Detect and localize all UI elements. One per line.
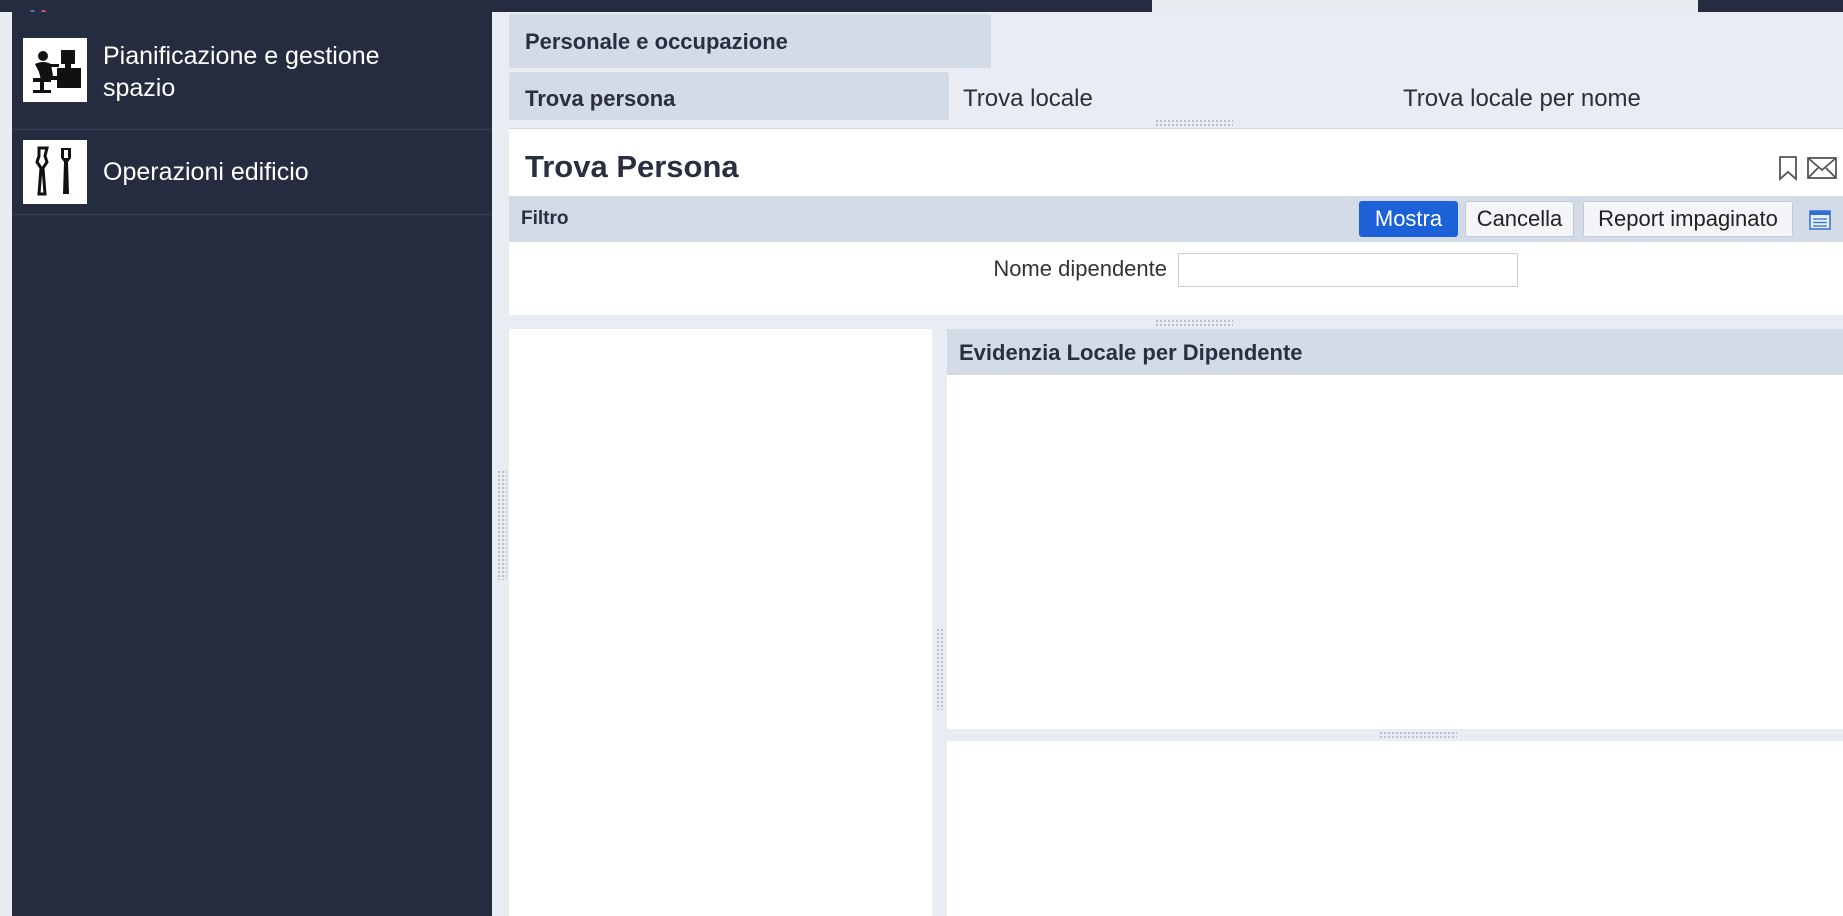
clear-button[interactable]: Cancella bbox=[1465, 201, 1574, 237]
sidebar-resize-handle[interactable] bbox=[497, 470, 507, 580]
tools-svg bbox=[35, 146, 71, 196]
filter-resize-handle[interactable] bbox=[1155, 319, 1233, 327]
tabs-resize-handle[interactable] bbox=[1155, 119, 1233, 127]
mail-icon[interactable] bbox=[1806, 155, 1838, 181]
office-desk-icon bbox=[23, 38, 87, 102]
details-panel bbox=[947, 741, 1843, 916]
task-tabs: Trova persona Trova locale Trova locale … bbox=[509, 70, 1843, 122]
show-button[interactable]: Mostra bbox=[1359, 201, 1458, 237]
left-edge-strip bbox=[0, 12, 12, 916]
tab-process-personnel[interactable]: Personale e occupazione bbox=[509, 14, 991, 68]
top-window-strip bbox=[0, 0, 1843, 15]
tab-label: Trova locale per nome bbox=[1403, 85, 1641, 112]
paginated-report-button[interactable]: Report impaginato bbox=[1583, 201, 1793, 237]
bookmark-icon[interactable] bbox=[1776, 155, 1800, 181]
filter-toolbar: Filtro Mostra Cancella Report impaginato bbox=[509, 196, 1843, 242]
sidebar-item-building-operations[interactable]: Operazioni edificio bbox=[12, 130, 492, 215]
panel-header: Evidenzia Locale per Dipendente bbox=[947, 329, 1843, 375]
sidebar-item-label: Operazioni edificio bbox=[103, 158, 309, 186]
options-menu-icon[interactable] bbox=[1809, 210, 1831, 230]
panel-resize-handle[interactable] bbox=[936, 628, 944, 710]
tab-label: Personale e occupazione bbox=[525, 29, 788, 54]
sidebar-item-space-planning[interactable]: Pianificazione e gestione spazio bbox=[12, 12, 492, 130]
tools-icon bbox=[23, 140, 87, 204]
tab-find-room-by-name[interactable]: Trova locale per nome bbox=[1403, 72, 1843, 120]
right-panel-resize-handle[interactable] bbox=[1379, 731, 1457, 739]
employee-name-input[interactable] bbox=[1178, 253, 1518, 287]
tab-label: Trova persona bbox=[525, 86, 676, 111]
sidebar: Pianificazione e gestione spazio Operazi… bbox=[12, 12, 492, 916]
page-title: Trova Persona bbox=[525, 149, 739, 184]
floor-plan-panel: Evidenzia Locale per Dipendente bbox=[947, 329, 1843, 729]
employee-list-panel bbox=[509, 329, 932, 916]
top-strip-dark-right bbox=[1698, 0, 1843, 12]
sidebar-item-label: Pianificazione e gestione spazio bbox=[103, 42, 380, 102]
tab-find-person[interactable]: Trova persona bbox=[509, 72, 949, 120]
office-desk-svg bbox=[33, 50, 81, 93]
filter-panel: Trova Persona Filtro Mostra Cancella Rep… bbox=[509, 128, 1843, 316]
top-strip-dark-left bbox=[0, 0, 1152, 15]
filter-label: Filtro bbox=[521, 208, 569, 229]
panel-header-title: Evidenzia Locale per Dipendente bbox=[959, 340, 1303, 365]
window-dots bbox=[30, 2, 90, 15]
employee-name-label: Nome dipendente bbox=[993, 256, 1167, 281]
tab-label: Trova locale bbox=[963, 85, 1093, 112]
tab-find-room[interactable]: Trova locale bbox=[963, 72, 1343, 120]
